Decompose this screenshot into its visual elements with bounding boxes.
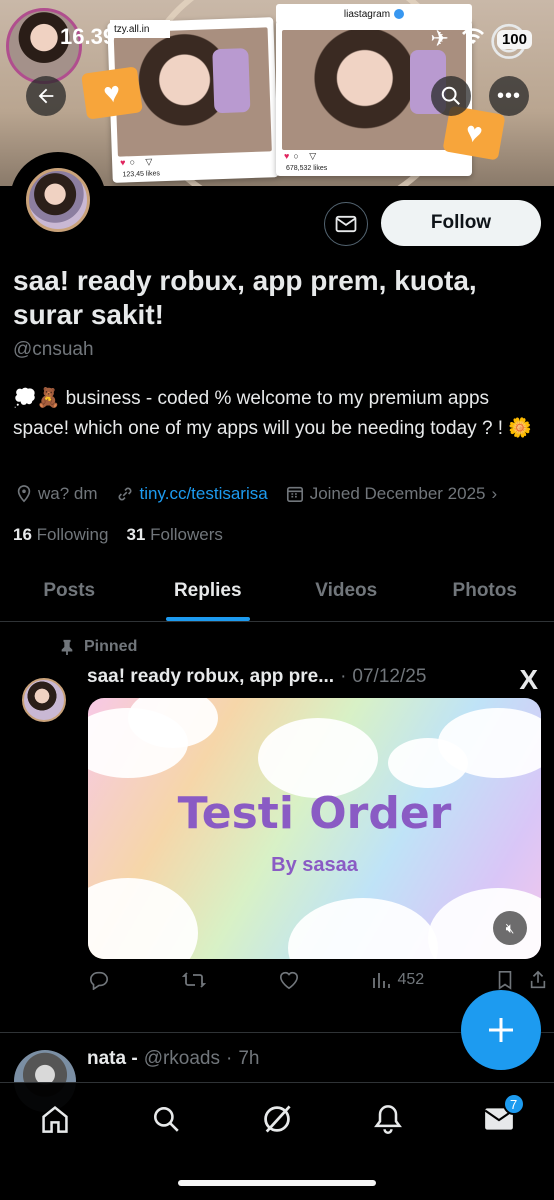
calendar-icon (286, 486, 303, 503)
next-post-header: nata - @rkoads · 7h (87, 1048, 259, 1070)
compose-button[interactable] (461, 990, 541, 1070)
envelope-icon (335, 215, 357, 233)
cloud-decor (288, 898, 438, 959)
grok-icon (264, 1105, 291, 1133)
more-dots-icon: ••• (496, 84, 521, 107)
joined-text: Joined December 2025 (309, 484, 486, 503)
reply-button[interactable] (88, 970, 110, 990)
banner-card-likes: 123,45 likes (122, 170, 161, 179)
banner-card-icons: ♥○ ▽ (284, 151, 321, 161)
pinned-label: Pinned (60, 638, 137, 656)
nav-messages[interactable]: 7 (471, 1093, 527, 1139)
location-pin-icon (17, 485, 31, 503)
tab-photos[interactable]: Photos (416, 560, 554, 621)
post-actions: 452 (88, 970, 548, 990)
post-separator: · (340, 666, 347, 687)
cloud-decor (258, 718, 378, 798)
battery-indicator: 100 (496, 29, 532, 49)
reply-icon (90, 971, 108, 990)
speaker-muted-icon: 🔇︎ (505, 919, 515, 936)
post-date: 07/12/25 (352, 666, 427, 687)
repost-icon (181, 972, 206, 988)
cloud-decor (88, 878, 198, 959)
tab-videos[interactable]: Videos (277, 560, 416, 621)
followers-label: Followers (150, 525, 223, 544)
profile-display-name: saa! ready robux, app prem, kuota, surar… (13, 265, 477, 330)
pin-icon (61, 639, 73, 655)
profile-location: wa? dm (16, 484, 98, 504)
back-arrow-icon (38, 88, 54, 104)
next-post-handle: @rkoads (143, 1048, 221, 1069)
heart-sticker-icon: ♥ (81, 66, 143, 120)
messages-badge: 7 (502, 1093, 525, 1115)
status-bar: 16.39 ✈ 100 (0, 8, 554, 84)
profile-avatar[interactable] (26, 168, 90, 232)
profile-bio: 💭🧸 business - coded % welcome to my prem… (13, 388, 533, 439)
search-icon (154, 1107, 179, 1132)
profile-tabs: Posts Replies Videos Photos (0, 560, 554, 622)
post-header: saa! ready robux, app pre... · 07/12/25 (87, 666, 426, 688)
repost-button[interactable] (181, 970, 206, 990)
home-icon (42, 1105, 69, 1133)
banner-card-icons: ♥○ ▽ (119, 156, 157, 168)
like-button[interactable] (278, 970, 300, 990)
link-text[interactable]: tiny.cc/testisarisa (140, 484, 268, 504)
next-post-author-name[interactable]: nata - (87, 1048, 138, 1070)
views-count: 452 (397, 971, 425, 988)
follow-button[interactable]: Follow (381, 200, 541, 246)
following-count[interactable]: 16 Following (13, 525, 108, 545)
media-title: Testi Order (177, 788, 452, 839)
profile-meta: wa? dm tiny.cc/testisarisa Joined Decemb… (16, 484, 554, 504)
airplane-icon: ✈ (430, 26, 449, 51)
search-icon (441, 86, 460, 105)
status-icons: ✈ 100 (431, 26, 532, 52)
followers-number: 31 (126, 525, 146, 544)
tab-replies[interactable]: Replies (139, 560, 278, 621)
follow-counts: 16 Following 31 Followers (13, 525, 223, 545)
plus-icon (489, 1018, 513, 1042)
heart-icon (279, 971, 298, 990)
followers-count[interactable]: 31 Followers (126, 525, 222, 545)
bookmark-icon (498, 971, 512, 990)
share-icon (530, 970, 546, 989)
next-post-time: 7h (238, 1048, 260, 1069)
profile-avatar-container (10, 152, 106, 248)
x-logo-icon: X (519, 664, 538, 695)
search-button[interactable] (431, 76, 471, 116)
nav-search[interactable] (138, 1099, 194, 1139)
tab-posts[interactable]: Posts (0, 560, 139, 621)
post-avatar[interactable] (22, 678, 66, 722)
location-text: wa? dm (38, 484, 98, 503)
following-label: Following (36, 525, 109, 544)
status-time: 16.39 (60, 24, 116, 49)
wifi-icon (461, 26, 485, 52)
bookmark-button[interactable] (496, 970, 548, 990)
media-subtitle: By sasaa (271, 854, 358, 876)
more-options-button[interactable]: ••• (489, 76, 529, 116)
profile-link[interactable]: tiny.cc/testisarisa (116, 484, 268, 504)
nav-home[interactable] (27, 1099, 83, 1139)
post-author-name[interactable]: saa! ready robux, app pre... (87, 666, 334, 688)
bell-icon (373, 1105, 402, 1134)
analytics-icon (373, 973, 391, 988)
cloud-decor (388, 738, 468, 788)
back-button[interactable] (26, 76, 66, 116)
link-icon (118, 487, 131, 501)
chevron-right-icon: › (491, 484, 498, 503)
profile-joined: Joined December 2025 › (286, 484, 497, 504)
message-button[interactable] (324, 202, 368, 246)
post-media-video[interactable]: Testi Order By sasaa 🔇︎ (88, 698, 541, 959)
nav-grok[interactable] (249, 1099, 305, 1139)
home-indicator[interactable] (178, 1180, 376, 1186)
following-number: 16 (13, 525, 32, 544)
mute-button[interactable]: 🔇︎ (493, 911, 527, 945)
nav-notifications[interactable] (360, 1099, 416, 1139)
banner-card-likes: 678,532 likes (286, 165, 328, 172)
pinned-text: Pinned (84, 638, 138, 655)
views-button[interactable]: 452 (371, 970, 424, 990)
profile-handle: @cnsuah (13, 339, 94, 360)
next-post-separator: · (226, 1048, 233, 1069)
